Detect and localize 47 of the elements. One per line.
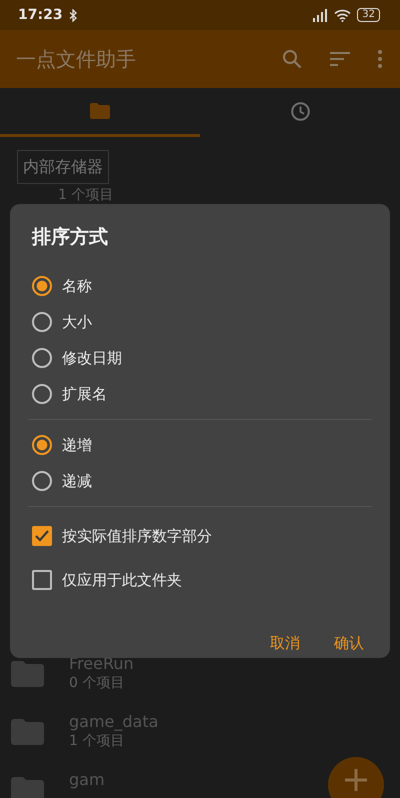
radio-button[interactable] [32, 435, 52, 455]
item-count: 1 个项目 [58, 187, 114, 203]
folder-icon [11, 777, 44, 798]
radio-button[interactable] [32, 348, 52, 368]
radio-option[interactable]: 递减 [32, 463, 372, 499]
radio-option[interactable]: 递增 [32, 427, 372, 463]
dialog-button[interactable]: 确认 [326, 628, 372, 659]
checkbox[interactable] [32, 526, 52, 546]
radio-button[interactable] [32, 471, 52, 491]
signal-icon [312, 8, 328, 22]
radio-option[interactable]: 修改日期 [32, 340, 372, 376]
option-label: 递减 [62, 472, 92, 490]
search-icon[interactable] [282, 49, 302, 69]
clock-icon [290, 102, 310, 120]
radio-button[interactable] [32, 276, 52, 296]
folder-icon [11, 719, 44, 745]
wifi-icon [334, 8, 352, 22]
radio-button[interactable] [32, 384, 52, 404]
option-label: 仅应用于此文件夹 [62, 570, 182, 590]
battery-indicator: 32 [357, 8, 380, 22]
bluetooth-icon [68, 8, 77, 22]
radio-option[interactable]: 名称 [32, 268, 372, 304]
folder-icon [90, 103, 110, 119]
option-label: 按实际值排序数字部分 [62, 526, 212, 546]
item-count: 1 个项目 [69, 733, 126, 749]
checkbox-option[interactable]: 仅应用于此文件夹 [32, 558, 372, 602]
plus-icon [345, 769, 367, 791]
radio-option[interactable]: 扩展名 [32, 376, 372, 412]
option-label: 名称 [62, 276, 92, 296]
checkbox-option[interactable]: 按实际值排序数字部分 [32, 514, 372, 558]
add-button[interactable] [328, 757, 384, 798]
app-title: 一点文件助手 [16, 46, 136, 72]
radio-button[interactable] [32, 312, 52, 332]
folder-icon [11, 661, 44, 687]
option-label: 修改日期 [62, 348, 122, 368]
option-label: 大小 [62, 312, 92, 332]
sort-icon[interactable] [330, 52, 350, 66]
option-label: 递增 [62, 436, 92, 454]
clock-time: 17:23 [18, 7, 63, 23]
more-icon[interactable] [378, 50, 382, 68]
option-label: 扩展名 [62, 384, 107, 404]
radio-option[interactable]: 大小 [32, 304, 372, 340]
checkbox[interactable] [32, 570, 52, 590]
breadcrumb-chip[interactable]: 内部存储器 [17, 150, 109, 184]
dialog-title: 排序方式 [32, 225, 109, 250]
dialog-button[interactable]: 取消 [262, 628, 308, 659]
item-count: 0 个项目 [69, 675, 126, 691]
